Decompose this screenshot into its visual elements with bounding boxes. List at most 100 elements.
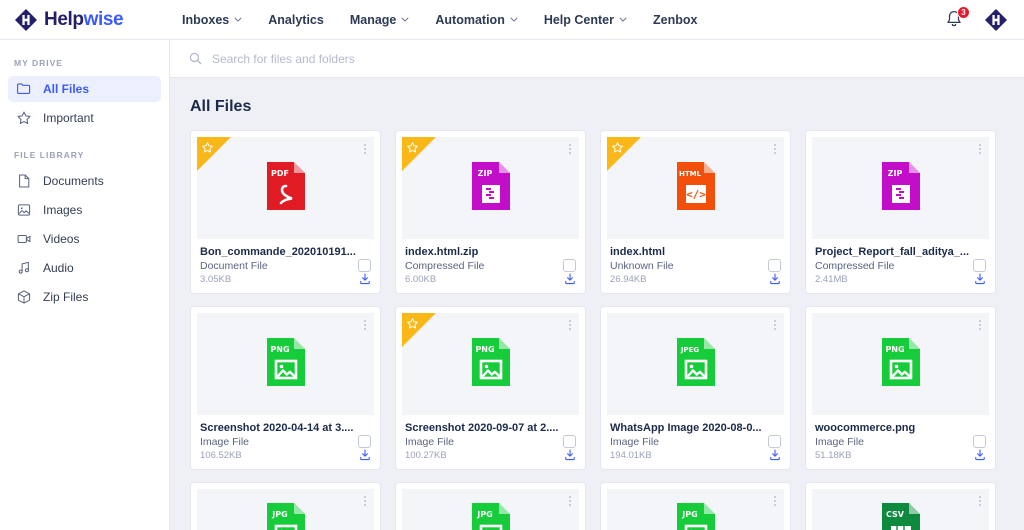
file-select-checkbox[interactable] [563, 435, 576, 448]
file-select-checkbox[interactable] [768, 259, 781, 272]
svg-text:JPEG: JPEG [679, 346, 699, 354]
download-icon[interactable] [563, 272, 577, 286]
sidebar-item-images[interactable]: Images [8, 197, 161, 223]
file-size: 100.27KB [405, 450, 447, 461]
file-card[interactable]: HTML </> index.html Unknown File 26.94KB [600, 130, 791, 294]
file-card[interactable]: JPG [600, 482, 791, 530]
nav-item-automation[interactable]: Automation [433, 9, 519, 31]
file-download-button[interactable] [973, 448, 987, 462]
chevron-down-icon [401, 17, 409, 22]
chevron-down-icon [619, 17, 627, 22]
download-icon[interactable] [973, 448, 987, 462]
file-thumbnail: JPEG [607, 313, 784, 415]
chevron-down-icon [234, 17, 242, 22]
kebab-menu-icon[interactable] [774, 320, 776, 330]
download-icon[interactable] [563, 448, 577, 462]
file-name: Screenshot 2020-04-14 at 3.... [200, 422, 354, 434]
kebab-menu-icon[interactable] [364, 496, 366, 506]
kebab-menu-icon[interactable] [364, 144, 366, 154]
sidebar-item-all-files[interactable]: All Files [8, 76, 161, 102]
download-icon[interactable] [973, 272, 987, 286]
account-avatar[interactable] [984, 8, 1008, 32]
nav-item-help-center[interactable]: Help Center [542, 9, 629, 31]
kebab-menu-icon[interactable] [569, 320, 571, 330]
file-select-checkbox[interactable] [973, 259, 986, 272]
sidebar-item-audio[interactable]: Audio [8, 255, 161, 281]
kebab-menu-icon[interactable] [979, 320, 981, 330]
file-type-icon: PNG [469, 336, 513, 393]
file-card[interactable]: PNG woocommerce.png Image File 51.18KB [805, 306, 996, 470]
file-card[interactable]: PDF Bon_commande_202010191... Document F… [190, 130, 381, 294]
sidebar-item-videos[interactable]: Videos [8, 226, 161, 252]
file-card[interactable]: JPG [190, 482, 381, 530]
sidebar-item-label: Zip Files [43, 290, 89, 304]
file-card[interactable]: JPEG WhatsApp Image 2020-08-0... Image F… [600, 306, 791, 470]
file-select-checkbox[interactable] [973, 435, 986, 448]
sidebar-item-documents[interactable]: Documents [8, 168, 161, 194]
search-input[interactable] [212, 51, 1006, 66]
nav-item-zenbox[interactable]: Zenbox [651, 9, 699, 31]
file-download-button[interactable] [358, 272, 372, 286]
file-download-button[interactable] [563, 272, 577, 286]
sidebar-item-important[interactable]: Important [8, 105, 161, 131]
chevron-down-icon [510, 17, 518, 22]
notification-badge: 3 [957, 5, 970, 19]
file-download-button[interactable] [973, 272, 987, 286]
video-icon [16, 231, 32, 247]
file-size: 6.00KB [405, 274, 437, 285]
search-bar [170, 40, 1024, 78]
svg-text:PNG: PNG [270, 345, 289, 354]
download-icon[interactable] [358, 448, 372, 462]
file-meta: Screenshot 2020-04-14 at 3.... Image Fil… [191, 415, 380, 469]
file-meta: Screenshot 2020-09-07 at 2.... Image Fil… [396, 415, 585, 469]
svg-text:ZIP: ZIP [887, 169, 902, 178]
file-card[interactable]: ZIP index.html.zip Compressed File 6.00K… [395, 130, 586, 294]
file-type-icon: CSV [879, 501, 923, 530]
star-icon[interactable] [406, 317, 419, 330]
file-thumbnail: PNG [402, 313, 579, 415]
svg-text:PNG: PNG [475, 345, 494, 354]
nav-item-label: Inboxes [182, 12, 230, 27]
kebab-menu-icon[interactable] [774, 496, 776, 506]
file-download-button[interactable] [768, 448, 782, 462]
file-download-button[interactable] [358, 448, 372, 462]
star-icon[interactable] [406, 141, 419, 154]
file-select-checkbox[interactable] [358, 259, 371, 272]
file-meta: WhatsApp Image 2020-08-0... Image File 1… [601, 415, 790, 469]
kebab-menu-icon[interactable] [774, 144, 776, 154]
file-card[interactable]: JPG [395, 482, 586, 530]
notifications-button[interactable]: 3 [944, 5, 970, 31]
download-icon[interactable] [768, 448, 782, 462]
download-icon[interactable] [768, 272, 782, 286]
file-select-checkbox[interactable] [358, 435, 371, 448]
nav-item-inboxes[interactable]: Inboxes [180, 9, 244, 31]
star-icon[interactable] [611, 141, 624, 154]
file-card[interactable]: PNG Screenshot 2020-09-07 at 2.... Image… [395, 306, 586, 470]
file-type-icon: JPG [264, 501, 308, 530]
nav-item-manage[interactable]: Manage [348, 9, 412, 31]
svg-text:HTML: HTML [678, 170, 701, 178]
kebab-menu-icon[interactable] [569, 496, 571, 506]
top-navigation-bar: Helpwise Inboxes Analytics Manage Automa… [0, 0, 1024, 40]
kebab-menu-icon[interactable] [569, 144, 571, 154]
star-icon[interactable] [201, 141, 214, 154]
svg-text:PNG: PNG [885, 345, 904, 354]
file-card[interactable]: CSV [805, 482, 996, 530]
brand-logo[interactable]: Helpwise [0, 8, 170, 32]
file-download-button[interactable] [768, 272, 782, 286]
file-thumbnail: PNG [812, 313, 989, 415]
sidebar-item-zip-files[interactable]: Zip Files [8, 284, 161, 310]
file-select-checkbox[interactable] [563, 259, 576, 272]
kebab-menu-icon[interactable] [364, 320, 366, 330]
file-card[interactable]: ZIP Project_Report_fall_aditya_... Compr… [805, 130, 996, 294]
file-download-button[interactable] [563, 448, 577, 462]
kebab-menu-icon[interactable] [979, 144, 981, 154]
svg-text:</>: </> [686, 188, 706, 201]
nav-item-analytics[interactable]: Analytics [266, 9, 326, 31]
file-select-checkbox[interactable] [768, 435, 781, 448]
file-card[interactable]: PNG Screenshot 2020-04-14 at 3.... Image… [190, 306, 381, 470]
download-icon[interactable] [358, 272, 372, 286]
kebab-menu-icon[interactable] [979, 496, 981, 506]
svg-text:JPG: JPG [271, 510, 287, 519]
file-size: 194.01KB [610, 450, 652, 461]
